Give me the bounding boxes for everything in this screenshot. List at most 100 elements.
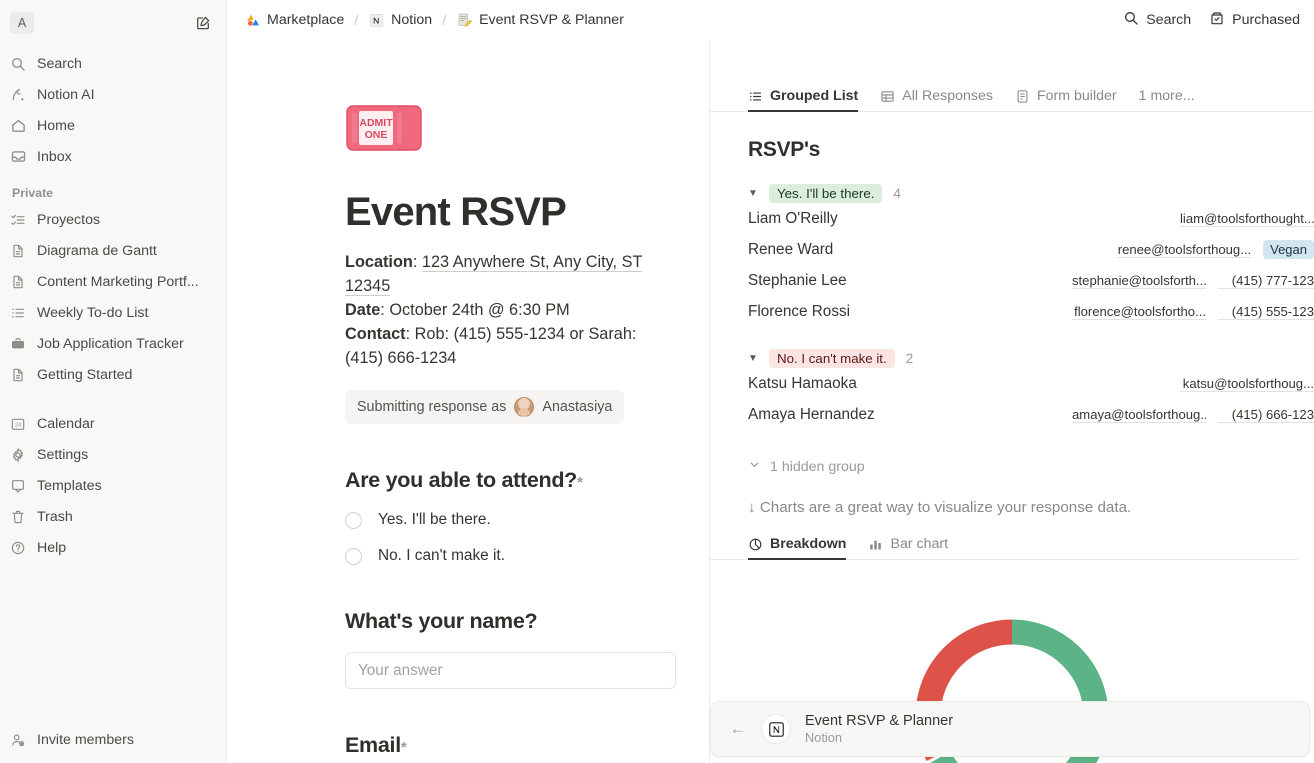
row-name: Katsu Hamaoka [748, 374, 857, 392]
gear-icon [8, 445, 28, 465]
row-name: Stephanie Lee [748, 271, 847, 289]
sidebar-item-inbox[interactable]: Inbox [0, 141, 226, 172]
sidebar-item-notion-ai[interactable]: Notion AI [0, 79, 226, 110]
sidebar-item-label: Job Application Tracker [37, 335, 184, 352]
tab-grouped-list[interactable]: Grouped List [748, 88, 859, 112]
recent-page-popup[interactable]: ← Event RSVP & Planner Notion [710, 701, 1310, 757]
breadcrumb-separator: / [442, 12, 447, 28]
new-page-icon[interactable] [192, 12, 214, 34]
sidebar-item-settings[interactable]: Settings [0, 439, 226, 470]
chevron-down-icon [748, 458, 761, 475]
sidebar-item-label: Templates [37, 477, 102, 494]
invite-members-button[interactable]: Invite members [0, 724, 227, 755]
caret-down-icon[interactable]: ▼ [748, 188, 758, 199]
sidebar-item-label: Settings [37, 446, 89, 463]
sidebar-item-trash[interactable]: Trash [0, 501, 226, 532]
bar-chart-icon [868, 537, 883, 552]
popup-title: Event RSVP & Planner [805, 712, 954, 729]
sidebar-item-diagrama-de-gantt[interactable]: Diagrama de Gantt [0, 235, 226, 266]
group-header-yes[interactable]: ▼ Yes. I'll be there. 4 [710, 162, 1314, 203]
app-root: A Search Notion AI Home Inbox Private Pr… [0, 0, 1314, 763]
group-count-no: 2 [905, 351, 914, 366]
sidebar-item-getting-started[interactable]: Getting Started [0, 359, 226, 390]
purchased-box-icon [1209, 10, 1225, 30]
sidebar: A Search Notion AI Home Inbox Private Pr… [0, 0, 227, 763]
question-email-label: Email [345, 733, 401, 757]
memo-icon [456, 12, 473, 29]
radio-circle-icon [345, 547, 362, 565]
table-row[interactable]: Amaya Hernandez amaya@toolsforthoug... (… [710, 399, 1314, 430]
sidebar-item-proyectos[interactable]: Proyectos [0, 204, 226, 235]
event-location-line: Location: 123 Anywhere St, Any City, ST … [345, 253, 643, 296]
row-phone[interactable]: (415) 777-123 [1218, 273, 1314, 289]
table-row[interactable]: Florence Rossi florence@toolsfortho... (… [710, 296, 1314, 327]
row-email[interactable]: florence@toolsfortho... [1072, 304, 1206, 320]
sidebar-item-content-marketing-portfolio[interactable]: Content Marketing Portf... [0, 266, 226, 297]
row-phone[interactable]: (415) 555-123 [1218, 304, 1314, 320]
row-email[interactable]: stephanie@toolsforth... [1072, 273, 1206, 289]
breadcrumb-item-marketplace[interactable]: Marketplace [241, 10, 347, 31]
topbar: Marketplace / Notion / Event RSVP & Plan… [227, 0, 1314, 40]
radio-option-no[interactable]: No. I can't make it. [345, 547, 709, 565]
document-icon [8, 365, 28, 385]
row-phone[interactable]: (415) 666-123 [1218, 407, 1314, 423]
workspace-switcher[interactable]: A [10, 12, 34, 34]
group-rows-no: Katsu Hamaoka katsu@toolsforthoug... Ama… [710, 368, 1314, 430]
row-email[interactable]: amaya@toolsforthoug... [1072, 407, 1206, 423]
sidebar-item-label: Home [37, 117, 75, 134]
sidebar-item-weekly-to-do-list[interactable]: Weekly To-do List [0, 297, 226, 328]
topbar-actions: Search Purchased [1123, 10, 1300, 30]
results-tabs: Grouped List All Responses Form builder [710, 80, 1314, 112]
row-email[interactable]: liam@toolsforthought... [1180, 211, 1314, 227]
sidebar-item-calendar[interactable]: 24 Calendar [0, 408, 226, 439]
name-input-placeholder: Your answer [358, 661, 443, 679]
breadcrumb-separator: / [354, 12, 359, 28]
sidebar-item-home[interactable]: Home [0, 110, 226, 141]
sidebar-item-label: Content Marketing Portf... [37, 273, 199, 290]
topbar-search-button[interactable]: Search [1123, 10, 1191, 30]
tab-more[interactable]: 1 more... [1139, 88, 1195, 111]
caret-down-icon[interactable]: ▼ [748, 353, 758, 364]
sidebar-item-help[interactable]: Help [0, 532, 226, 563]
question-name-title: What's your name? [345, 609, 538, 633]
sidebar-section-private: Private [12, 186, 54, 200]
tab-breakdown[interactable]: Breakdown [748, 536, 847, 560]
breadcrumb-item-notion[interactable]: Notion [365, 10, 435, 31]
row-email[interactable]: renee@toolsforthoug... [1117, 242, 1252, 258]
sidebar-item-templates[interactable]: Templates [0, 470, 226, 501]
hidden-group-toggle[interactable]: 1 hidden group [710, 430, 1314, 475]
home-icon [8, 116, 28, 136]
popup-text-block: Event RSVP & Planner Notion [805, 712, 953, 747]
event-contact-line: Contact: Rob: (415) 555-1234 or Sarah: (… [345, 325, 637, 367]
event-details: Location: 123 Anywhere St, Any City, ST … [345, 250, 657, 370]
topbar-search-label: Search [1146, 12, 1192, 28]
location-label: Location [345, 253, 413, 271]
table-row[interactable]: Katsu Hamaoka katsu@toolsforthoug... [710, 368, 1314, 399]
name-input[interactable]: Your answer [345, 652, 676, 689]
arrow-left-icon[interactable]: ← [729, 719, 747, 739]
topbar-purchased-button[interactable]: Purchased [1209, 10, 1300, 30]
table-row[interactable]: Renee Ward renee@toolsforthoug... Vegan [710, 234, 1314, 265]
tab-form-builder[interactable]: Form builder [1015, 88, 1117, 111]
invite-members-label: Invite members [37, 731, 134, 748]
required-marker: * [577, 474, 583, 491]
row-name: Renee Ward [748, 240, 834, 258]
tab-bar-chart[interactable]: Bar chart [868, 536, 948, 559]
sidebar-item-job-application-tracker[interactable]: Job Application Tracker [0, 328, 226, 359]
sidebar-item-search[interactable]: Search [0, 48, 226, 79]
submitting-as-label: Submitting response as [357, 399, 507, 415]
row-email[interactable]: katsu@toolsforthoug... [1180, 376, 1314, 392]
results-pane: Grouped List All Responses Form builder [710, 40, 1314, 763]
table-row[interactable]: Liam O'Reilly liam@toolsforthought... [710, 203, 1314, 234]
submitting-response-chip[interactable]: Submitting response as Anastasiya [345, 390, 625, 424]
tab-all-responses[interactable]: All Responses [880, 88, 993, 111]
radio-option-yes[interactable]: Yes. I'll be there. [345, 511, 709, 529]
templates-icon [8, 476, 28, 496]
admit-one-ticket-icon: ADMIT ONE [345, 100, 423, 156]
table-row[interactable]: Stephanie Lee stephanie@toolsforth... (4… [710, 265, 1314, 296]
sidebar-header: A [0, 6, 226, 40]
group-header-no[interactable]: ▼ No. I can't make it. 2 [710, 327, 1314, 368]
sidebar-tools-list: 24 Calendar Settings Templates Trash Hel… [0, 408, 226, 563]
breadcrumb-item-event-rsvp-planner[interactable]: Event RSVP & Planner [453, 10, 627, 31]
row-name: Liam O'Reilly [748, 209, 838, 227]
